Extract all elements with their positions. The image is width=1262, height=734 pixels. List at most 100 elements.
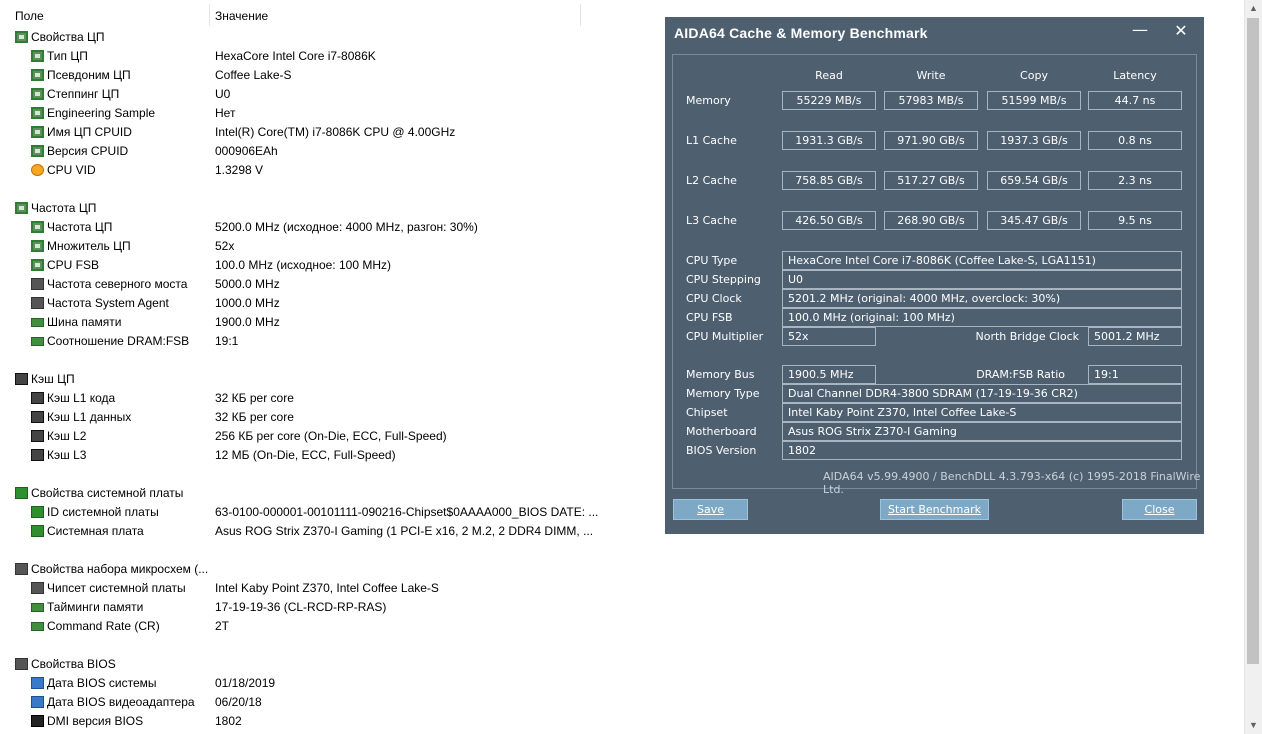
bench-value: 1931.3 GB/s bbox=[782, 131, 876, 150]
list-item[interactable]: Степпинг ЦП U0 bbox=[0, 85, 640, 104]
group-header[interactable]: Кэш ЦП bbox=[0, 370, 640, 389]
cpu-clock-label: CPU Clock bbox=[686, 292, 742, 305]
list-item[interactable]: Псевдоним ЦП Coffee Lake-S bbox=[0, 66, 640, 85]
cpu-icon bbox=[31, 69, 44, 81]
field-name: Кэш L2 bbox=[47, 429, 87, 443]
motherboard-label: Motherboard bbox=[686, 425, 757, 438]
monitor-icon bbox=[31, 696, 44, 708]
field-name: Псевдоним ЦП bbox=[47, 68, 131, 82]
chip-icon bbox=[15, 658, 28, 670]
list-item[interactable]: Чипсет системной платы Intel Kaby Point Z… bbox=[0, 579, 640, 598]
scrollbar-thumb[interactable] bbox=[1247, 18, 1259, 664]
group-header[interactable]: Свойства BIOS bbox=[0, 655, 640, 674]
list-item[interactable]: Шина памяти 1900.0 MHz bbox=[0, 313, 640, 332]
field-name: Имя ЦП CPUID bbox=[47, 125, 132, 139]
list-item[interactable]: Множитель ЦП 52x bbox=[0, 237, 640, 256]
group-header[interactable]: Свойства ЦП bbox=[0, 28, 640, 47]
bench-value: 51599 MB/s bbox=[987, 91, 1081, 110]
cpu-icon bbox=[31, 145, 44, 157]
list-item[interactable]: Частота System Agent 1000.0 MHz bbox=[0, 294, 640, 313]
column-divider[interactable] bbox=[209, 4, 210, 26]
list-item[interactable]: Имя ЦП CPUID Intel(R) Core(TM) i7-8086K C… bbox=[0, 123, 640, 142]
list-item[interactable]: Дата BIOS видеоадаптера 06/20/18 bbox=[0, 693, 640, 712]
column-header-read: Read bbox=[815, 69, 843, 82]
field-name: CPU FSB bbox=[47, 258, 100, 272]
field-name: ID системной платы bbox=[47, 505, 159, 519]
list-item[interactable]: CPU VID 1.3298 V bbox=[0, 161, 640, 180]
cpu-fsb-label: CPU FSB bbox=[686, 311, 733, 324]
chip-icon bbox=[15, 563, 28, 575]
field-value: Coffee Lake-S bbox=[215, 68, 292, 82]
field-value: 1900.0 MHz bbox=[215, 315, 280, 329]
cpu-stepping-value: U0 bbox=[782, 270, 1182, 289]
group-header[interactable]: Свойства системной платы bbox=[0, 484, 640, 503]
bench-value: 268.90 GB/s bbox=[884, 211, 978, 230]
list-item[interactable]: Частота северного моста 5000.0 MHz bbox=[0, 275, 640, 294]
list-item[interactable]: DMI версия BIOS 1802 bbox=[0, 712, 640, 731]
field-value: 1802 bbox=[215, 714, 242, 728]
dmi-icon bbox=[31, 715, 44, 727]
list-item[interactable]: Дата BIOS системы 01/18/2019 bbox=[0, 674, 640, 693]
bench-value: 9.5 ns bbox=[1088, 211, 1182, 230]
list-item[interactable]: Кэш L3 12 МБ (On-Die, ECC, Full-Speed) bbox=[0, 446, 640, 465]
list-item[interactable]: Частота ЦП 5200.0 MHz (исходное: 4000 MHz… bbox=[0, 218, 640, 237]
list-item[interactable]: Кэш L2 256 КБ per core (On-Die, ECC, Full… bbox=[0, 427, 640, 446]
field-value: Asus ROG Strix Z370-I Gaming (1 PCI-E x1… bbox=[215, 524, 594, 538]
scroll-down-arrow-icon[interactable]: ▼ bbox=[1245, 717, 1262, 734]
cpu-multiplier-label: CPU Multiplier bbox=[686, 330, 764, 343]
list-item[interactable]: Тайминги памяти 17-19-19-36 (CL-RCD-RP-RA… bbox=[0, 598, 640, 617]
list-item[interactable]: Кэш L1 данных 32 КБ per core bbox=[0, 408, 640, 427]
cache-memory-benchmark-dialog: AIDA64 Cache & Memory Benchmark — ✕ Read… bbox=[665, 17, 1204, 534]
field-value: 256 КБ per core (On-Die, ECC, Full-Speed… bbox=[215, 429, 447, 443]
cpu-icon bbox=[31, 221, 44, 233]
list-item[interactable]: Command Rate (CR) 2T bbox=[0, 617, 640, 636]
list-item[interactable]: Версия CPUID 000906EAh bbox=[0, 142, 640, 161]
cache-icon bbox=[15, 373, 28, 385]
column-divider[interactable] bbox=[580, 4, 581, 26]
bench-value: 55229 MB/s bbox=[782, 91, 876, 110]
field-name: Кэш L1 данных bbox=[47, 410, 132, 424]
column-header-value[interactable]: Значение bbox=[215, 6, 268, 26]
north-bridge-clock-value: 5001.2 MHz bbox=[1088, 327, 1182, 346]
bench-row-label: L2 Cache bbox=[686, 174, 737, 187]
bench-value: 1937.3 GB/s bbox=[987, 131, 1081, 150]
cpu-clock-value: 5201.2 MHz (original: 4000 MHz, overcloc… bbox=[782, 289, 1182, 308]
close-button[interactable]: Close bbox=[1122, 499, 1197, 520]
start-benchmark-button[interactable]: Start Benchmark bbox=[880, 499, 989, 520]
cache-icon bbox=[31, 392, 44, 404]
vertical-scrollbar[interactable]: ▲ ▼ bbox=[1244, 0, 1262, 734]
north-bridge-clock-label: North Bridge Clock bbox=[975, 330, 1079, 343]
list-item[interactable]: Кэш L1 кода 32 КБ per core bbox=[0, 389, 640, 408]
cpu-icon bbox=[15, 31, 28, 43]
field-value: Intel(R) Core(TM) i7-8086K CPU @ 4.00GHz bbox=[215, 125, 456, 139]
close-icon[interactable]: ✕ bbox=[1170, 20, 1192, 42]
field-name: Степпинг ЦП bbox=[47, 87, 120, 101]
cpu-type-label: CPU Type bbox=[686, 254, 738, 267]
save-button[interactable]: Save bbox=[673, 499, 748, 520]
cpu-icon bbox=[15, 202, 28, 214]
cpu-icon bbox=[31, 240, 44, 252]
minimize-icon[interactable]: — bbox=[1130, 20, 1150, 42]
chip-icon bbox=[31, 582, 44, 594]
group-header[interactable]: Частота ЦП bbox=[0, 199, 640, 218]
scroll-up-arrow-icon[interactable]: ▲ bbox=[1245, 0, 1262, 17]
field-value: 06/20/18 bbox=[215, 695, 262, 709]
list-item[interactable]: ID системной платы 63-0100-000001-0010111… bbox=[0, 503, 640, 522]
list-item[interactable]: Тип ЦП HexaCore Intel Core i7-8086K bbox=[0, 47, 640, 66]
list-item[interactable]: Соотношение DRAM:FSB 19:1 bbox=[0, 332, 640, 351]
chip-icon bbox=[31, 278, 44, 290]
dram-fsb-ratio-label: DRAM:FSB Ratio bbox=[976, 368, 1065, 381]
field-name: Шина памяти bbox=[47, 315, 122, 329]
column-header-latency: Latency bbox=[1113, 69, 1157, 82]
field-name: DMI версия BIOS bbox=[47, 714, 144, 728]
field-value: 32 КБ per core bbox=[215, 391, 294, 405]
field-name: Кэш L1 кода bbox=[47, 391, 116, 405]
dram-fsb-ratio-value: 19:1 bbox=[1088, 365, 1182, 384]
field-value: 2T bbox=[215, 619, 230, 633]
list-item[interactable]: Системная плата Asus ROG Strix Z370-I Gam… bbox=[0, 522, 640, 541]
list-item[interactable]: CPU FSB 100.0 MHz (исходное: 100 MHz) bbox=[0, 256, 640, 275]
list-item[interactable]: Engineering Sample Нет bbox=[0, 104, 640, 123]
group-header[interactable]: Свойства набора микросхем (... bbox=[0, 560, 640, 579]
field-value: 100.0 MHz (исходное: 100 MHz) bbox=[215, 258, 391, 272]
column-header-field[interactable]: Поле bbox=[15, 6, 44, 26]
